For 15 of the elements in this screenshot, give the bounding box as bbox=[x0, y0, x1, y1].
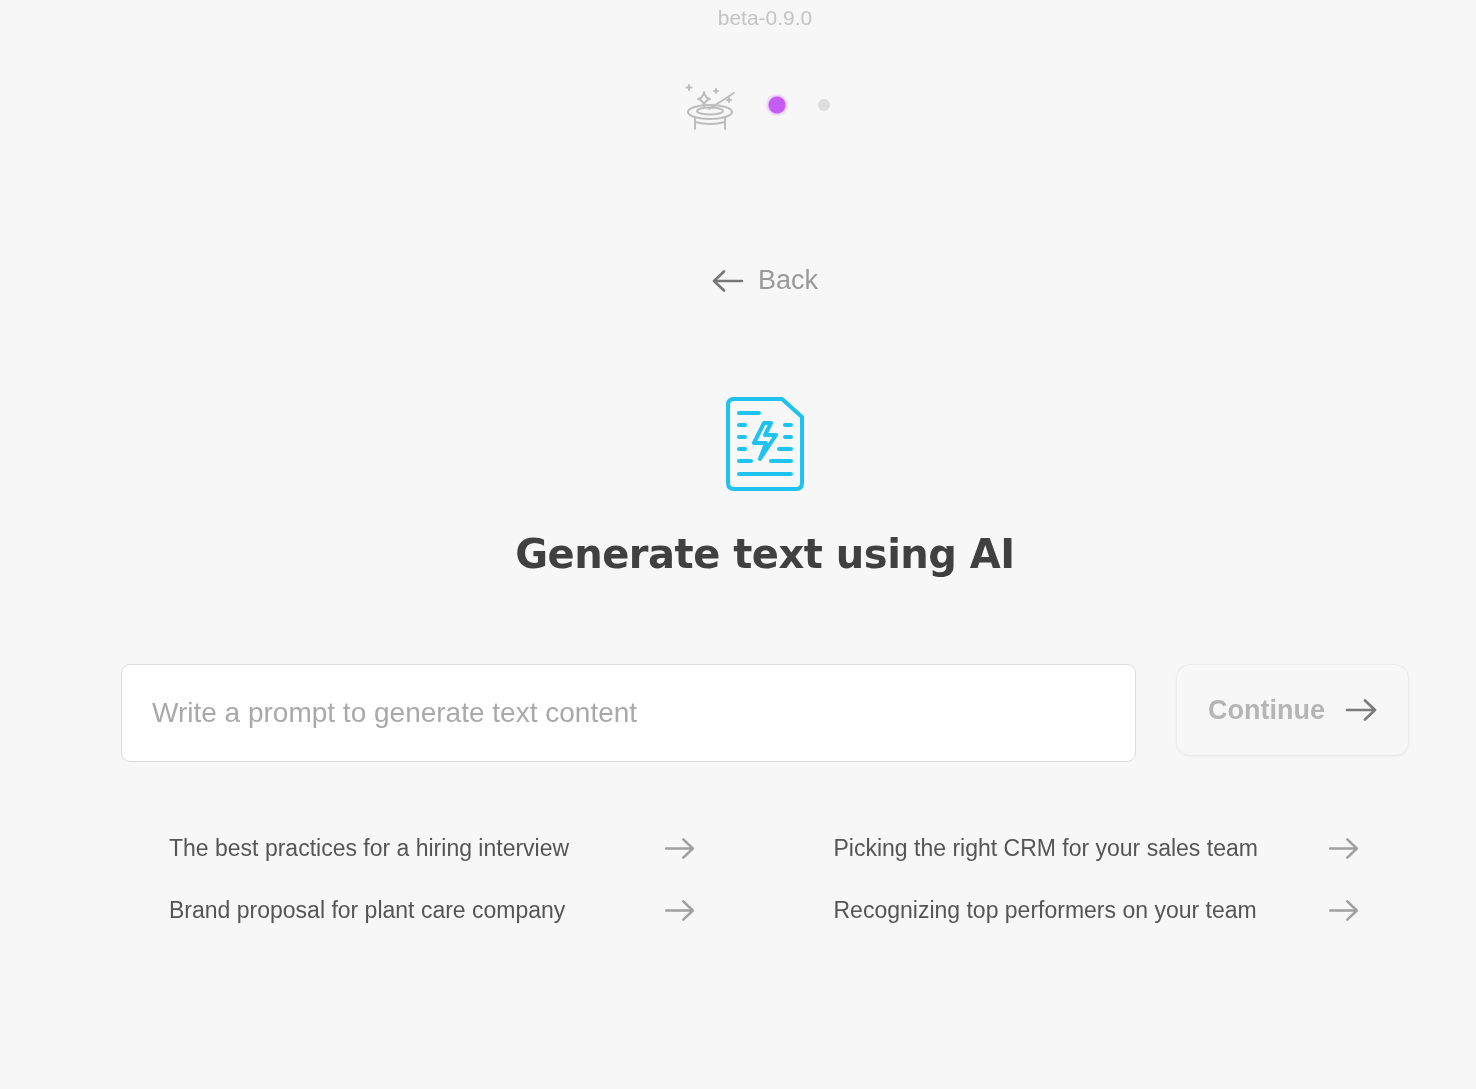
suggestion-button[interactable]: Recognizing top performers on your team bbox=[833, 893, 1360, 927]
prompt-input[interactable]: Write a prompt to generate text content bbox=[121, 664, 1136, 762]
arrow-right-icon bbox=[1328, 899, 1359, 921]
arrow-right-icon bbox=[663, 899, 695, 921]
page-title: Generate text using AI bbox=[515, 530, 1015, 579]
suggestion-button[interactable]: Brand proposal for plant care company bbox=[169, 893, 696, 927]
document-lightning-icon bbox=[726, 397, 804, 491]
step-dot-icon[interactable] bbox=[817, 99, 830, 111]
arrow-right-icon bbox=[1345, 699, 1377, 721]
step-dot-icon[interactable] bbox=[764, 93, 789, 117]
arrow-left-icon bbox=[712, 269, 744, 292]
arrow-right-icon bbox=[1328, 837, 1359, 859]
arrow-right-icon bbox=[663, 837, 695, 859]
suggestion-button[interactable]: Picking the right CRM for your sales team bbox=[833, 831, 1360, 865]
suggestion-button[interactable]: The best practices for a hiring interview bbox=[169, 831, 696, 865]
